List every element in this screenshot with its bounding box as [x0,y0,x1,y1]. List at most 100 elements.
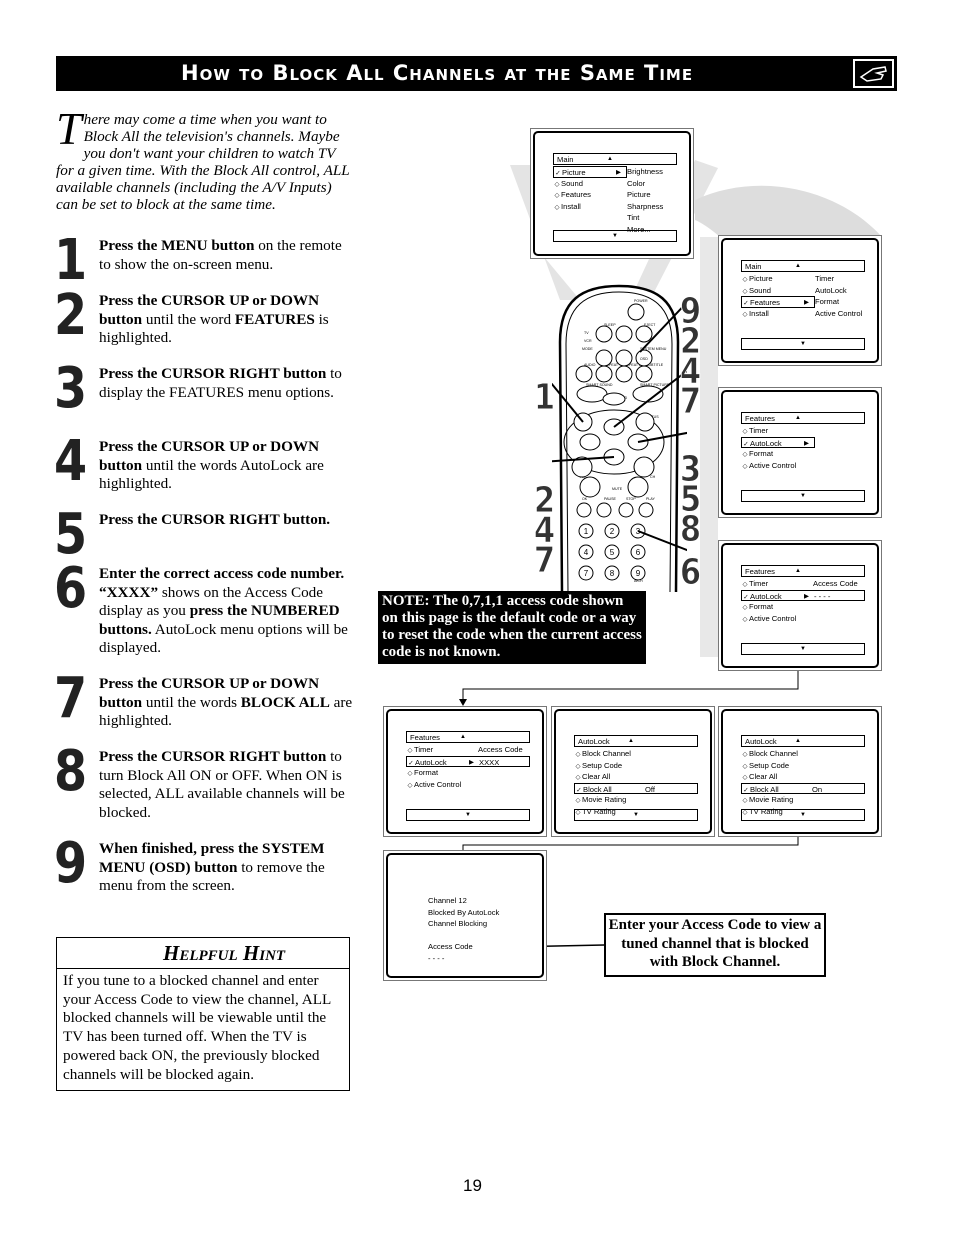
tv-dvd-button[interactable] [602,392,626,406]
menu-item[interactable]: ◇ Timer [741,425,769,437]
menu-item[interactable]: ◇ Install [741,308,769,320]
menu-item[interactable]: ✓AutoLock ▶ XXXX [406,755,530,768]
menu-item[interactable]: ◇ Active Control [741,613,797,625]
menu-item[interactable]: ◇ Clear All [741,771,778,783]
remote-button[interactable] [615,365,633,383]
menu-item[interactable]: ◇ Picture [741,273,773,285]
menu-item[interactable]: ◇ Setup Code [741,760,790,772]
step-text: Press the CURSOR RIGHT button to display… [99,365,354,402]
menu-item[interactable]: ◇ Timer Access Code [741,578,858,590]
remote-button[interactable] [595,325,613,343]
bullet-icon: ◇ [742,615,748,623]
menu-item[interactable]: ◇ Install [553,201,581,213]
bullet-icon: ◇ [742,751,748,758]
menu-item[interactable]: ◇ Setup Code [574,760,623,772]
bullet-icon: ◇ [554,180,560,188]
menu-item-label: Format [749,602,774,612]
menu-title: Main [745,262,762,271]
menu-title: AutoLock [745,737,777,746]
menu-item[interactable]: ◇ Active Control [406,779,462,791]
remote-button[interactable] [615,325,633,343]
menu-item-label: Picture [562,168,586,177]
menu-item[interactable]: ✓AutoLock ▶ [741,436,815,449]
menu-item[interactable]: ◇ Block Channel [741,748,798,760]
power-button[interactable] [627,303,645,321]
vol-ch-button[interactable] [627,476,649,498]
step-number: 2 [54,283,87,348]
arrow-right-icon: ▶ [804,592,809,600]
smart-button[interactable] [576,385,608,403]
transport-button[interactable] [576,502,592,518]
menu-item[interactable]: ✓Picture ▶ [553,166,627,178]
note-box: NOTE: The 0,7,1,1 access code shown on t… [378,591,646,664]
intro-text: here may come a time when you want to Bl… [56,111,350,213]
bullet-icon: ◇ [575,774,581,782]
submenu-item: Active Control [815,308,863,318]
bullet-icon: ◇ [742,774,748,782]
menu-button[interactable] [635,412,655,432]
step-callout-number: 6 [679,552,702,593]
arrow-down-icon: ▼ [612,233,618,239]
menu-item[interactable]: ◇ Movie Rating [741,794,794,806]
remote-button[interactable] [575,365,593,383]
menu-item-label: Timer [749,579,769,588]
bullet-icon: ◇ [575,797,581,805]
menu-item[interactable]: ✓Block All Off [574,782,698,795]
hand-pointing-icon [853,59,894,88]
submenu-item: AutoLock [815,285,847,295]
menu-item[interactable]: ◇ Format [741,448,774,460]
submenu-item: Brightness [627,167,663,176]
remote-button[interactable] [635,325,653,343]
step-text: Press the CURSOR UP or DOWN button until… [99,292,354,348]
transport-button[interactable] [596,502,612,518]
transport-button[interactable] [618,502,634,518]
menu-title: AutoLock [578,737,610,746]
menu-item-value: Off [645,784,655,794]
menu-item[interactable]: ✓AutoLock ▶ - - - - [741,589,865,602]
menu-item-label: Features [750,298,780,308]
step-number: 6 [54,556,87,621]
vol-ch-button[interactable] [633,456,655,478]
menu-item-label: Clear All [749,772,778,782]
menu-item[interactable]: ◇ Features [553,189,591,201]
menu-item[interactable]: ◇ Timer Access Code [406,744,523,756]
access-code-callout: Enter your Access Code to view a tuned c… [604,913,826,977]
remote-button[interactable] [595,349,613,367]
menu-item-label: Block Channel [749,749,798,758]
menu-item-label: Features [561,190,591,200]
menu-item[interactable]: ◇ Format [406,767,439,779]
menu-header: Features ▲ [741,412,865,424]
remote-button[interactable] [615,349,633,367]
menu-item[interactable]: ✓Block All On [741,782,865,795]
menu-item[interactable]: ◇ Format [741,601,774,613]
menu-item[interactable]: ◇ Active Control [741,460,797,472]
page-number: 19 [463,1176,482,1195]
cursor-left-button[interactable] [579,433,601,451]
vol-ch-button[interactable] [579,476,601,498]
drop-cap: T [56,103,82,154]
bullet-icon: ◇ [407,747,413,754]
step-text-part: Press the CURSOR RIGHT button [99,365,327,382]
menu-footer: ▼ [741,809,865,821]
menu-item[interactable]: ◇ Sound [553,178,583,190]
blocked-message-line: Access Code [428,942,473,952]
remote-button[interactable] [595,365,613,383]
transport-button[interactable] [638,502,654,518]
bullet-icon: ◇ [742,581,748,588]
menu-header: Main ▲ [553,153,677,165]
arrow-up-icon: ▲ [795,263,801,269]
hint-body: If you tune to a blocked channel and ent… [63,972,331,1083]
menu-item[interactable]: ◇ Sound [741,285,771,297]
bullet-icon: ◇ [407,781,413,789]
menu-item[interactable]: ✓Features ▶ [741,296,815,308]
menu-item[interactable]: ◇ Movie Rating [574,794,627,806]
hint-title: Helpful Hint [57,938,349,969]
menu-item-label: Install [749,308,769,318]
step-text: Press the CURSOR RIGHT button. [99,511,354,530]
menu-item[interactable]: ◇ Block Channel [574,748,631,760]
menu-item[interactable]: ◇ Clear All [574,771,611,783]
remote-button[interactable] [635,365,653,383]
menu-header: Features ▲ [741,565,865,577]
remote-label: PAUSE [604,497,617,501]
remote-label: STOP [626,497,636,501]
